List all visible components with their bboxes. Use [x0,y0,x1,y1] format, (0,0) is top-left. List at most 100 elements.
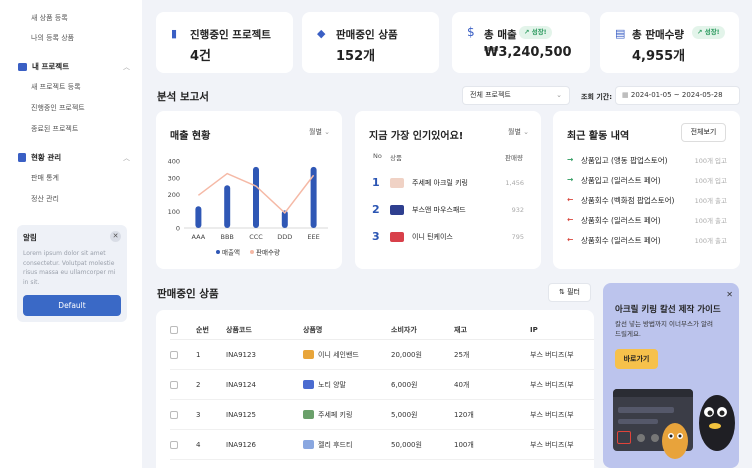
product-thumbnail [390,177,404,188]
y-tick-label: 300 [168,174,180,182]
alert-title: 알림 [23,233,37,242]
stat-label: 판매중인 상품 [336,29,398,41]
product-thumbnail [390,231,404,242]
folder-icon [18,62,27,71]
rank: 1 [372,176,380,189]
table-header: 순번 상품코드 상품명 소비자가 재고 IP [170,320,594,340]
period-select[interactable]: 월별 ⌄ [508,127,529,137]
popular-title: 지금 가장 인기있어요! [369,131,464,142]
sidebar-group-label: 내 프로젝트 [32,62,70,71]
view-all-button[interactable]: 전체보기 [681,123,726,142]
products-title: 판매중인 상품 [157,288,219,300]
rank: 3 [372,230,380,243]
chevron-up-icon: ︿ [123,153,130,162]
header-no: No [373,152,382,160]
legend-dot-qty [250,250,254,254]
sidebar-item-sales-stats[interactable]: 판매 통계 [31,173,59,183]
y-tick-label: 200 [168,191,180,199]
table-row[interactable]: 4 INA9126 젤리 후드티 50,000원 100개 부스 버디즈(부 [170,430,594,460]
promo-card: ✕ 아크릴 키링 칼선 제작 가이드 칼선 넣는 방법까지 이너부스가 알려드릴… [603,283,739,468]
bar [224,185,231,228]
sidebar-item-ended-projects[interactable]: 종료된 프로젝트 [31,124,78,134]
stat-label: 총 매출 [484,29,517,41]
products-table-card: 순번 상품코드 상품명 소비자가 재고 IP 1 INA9123 이니 세인밴드… [156,310,594,468]
sold-count: 1,456 [505,178,524,187]
popular-row[interactable]: 3 이니 틴케이스 795 [372,230,524,243]
sales-chart: 0 100 200 300 400 AAA BBB CCC DDD EEE 매출액 판매수량 [168,158,328,257]
arrow-left-icon: ← [567,215,574,224]
sidebar-item-new-project[interactable]: 새 프로젝트 등록 [31,82,81,92]
x-tick-label: BBB [221,233,234,241]
growth-badge: ↗ 성장! [519,26,552,39]
stat-label: 진행중인 프로젝트 [190,29,271,41]
y-tick-label: 400 [168,158,180,166]
col-code: 상품코드 [226,325,252,334]
growth-badge: ↗ 성장! [692,26,725,39]
alert-body: Lorem ipsum dolor sit amet consectetur. … [23,250,116,286]
calendar-icon: ▦ [622,91,629,99]
x-tick-label: CCC [249,233,263,241]
tag-icon: ◆ [317,27,326,40]
product-name: 부스앤 마우스패드 [412,205,466,214]
stat-card-products: ◆ 판매중인 상품 152개 [302,12,439,73]
alert-default-button[interactable]: Default [23,295,121,316]
y-tick-label: 0 [176,225,180,233]
product-name: 주세페 아크릴 키링 [412,178,468,187]
activity-row: ← 상품회수 (일러스트 페어) 100개 출고 [567,235,727,245]
product-thumbnail [303,410,314,419]
product-thumbnail [303,380,314,389]
database-icon [18,153,26,162]
product-thumbnail [390,204,404,215]
popular-row[interactable]: 1 주세페 아크릴 키링 1,456 [372,176,524,189]
col-ip: IP [530,325,538,334]
row-checkbox[interactable] [170,410,178,419]
table-row[interactable]: 1 INA9123 이니 세인밴드 20,000원 25개 부스 버디즈(부 [170,340,594,370]
sold-count: 932 [511,205,524,214]
popular-row[interactable]: 2 부스앤 마우스패드 932 [372,203,524,216]
dollar-icon: $ [467,25,475,39]
doc-icon: ▮ [171,27,178,40]
sidebar-item-my-products[interactable]: 나의 등록 상품 [31,33,74,43]
arrow-right-icon: → [567,175,574,184]
arrow-left-icon: ← [567,195,574,204]
sidebar-group-my-projects[interactable]: 내 프로젝트 ︿ [18,61,130,72]
stat-value: 4건 [190,49,212,64]
x-tick-label: EEE [307,233,319,241]
sidebar-item-ongoing-projects[interactable]: 진행중인 프로젝트 [31,103,85,113]
stat-value: ₩3,240,500 [484,45,572,60]
sidebar-group-status[interactable]: 현황 관리 ︿ [18,152,130,163]
chevron-down-icon: ⌄ [556,91,562,99]
legend-label-sales: 매출액 [222,248,240,257]
sidebar-item-new-product[interactable]: 새 상품 등록 [31,13,68,23]
stat-card-revenue: $ 총 매출 ↗ 성장! ₩3,240,500 [452,12,590,73]
table-row[interactable]: 3 INA9125 주세페 키링 5,000원 120개 부스 버디즈(부 [170,400,594,430]
filter-button[interactable]: ⇅ 필터 [548,283,591,302]
box-icon: ▤ [615,27,626,40]
close-icon[interactable]: ✕ [110,231,121,242]
table-row[interactable]: 2 INA9124 노티 양말 6,000원 40개 부스 버디즈(부 [170,370,594,400]
row-checkbox[interactable] [170,350,178,359]
stat-card-quantity: ▤ 총 판매수량 ↗ 성장! 4,955개 [600,12,739,73]
activity-title: 최근 활동 내역 [567,131,630,142]
row-checkbox[interactable] [170,380,178,389]
report-title: 분석 보고서 [157,91,209,103]
stat-value: 4,955개 [632,49,686,64]
bar [253,166,259,228]
bar [195,206,202,228]
header-count: 판매량 [505,154,523,162]
col-price: 소비자가 [391,325,417,334]
chevron-down-icon: ⌄ [523,128,529,136]
arrow-left-icon: ← [567,235,574,244]
col-name: 상품명 [303,325,323,334]
project-select[interactable]: 전체 프로젝트 ⌄ [462,86,570,105]
date-range-picker[interactable]: ▦ 2024-01-05 ~ 2024-05-28 [615,86,740,105]
sidebar-item-settlement[interactable]: 정산 관리 [31,194,59,204]
activity-card: 최근 활동 내역 전체보기 → 상품입고 (앵동 팝업스토어) 100개 입고 → 상… [553,111,740,269]
sold-count: 795 [511,232,524,241]
select-all-checkbox[interactable] [170,325,178,334]
filter-icon: ⇅ [559,288,565,296]
chevron-up-icon: ︿ [123,62,130,71]
sidebar: 새 상품 등록 나의 등록 상품 내 프로젝트 ︿ 새 프로젝트 등록 진행중인… [0,0,142,468]
row-checkbox[interactable] [170,440,178,449]
sales-chart-card: 매출 현황 월별 ⌄ 0 100 200 300 400 AAA BBB CCC DDD EEE 매… [156,111,342,269]
